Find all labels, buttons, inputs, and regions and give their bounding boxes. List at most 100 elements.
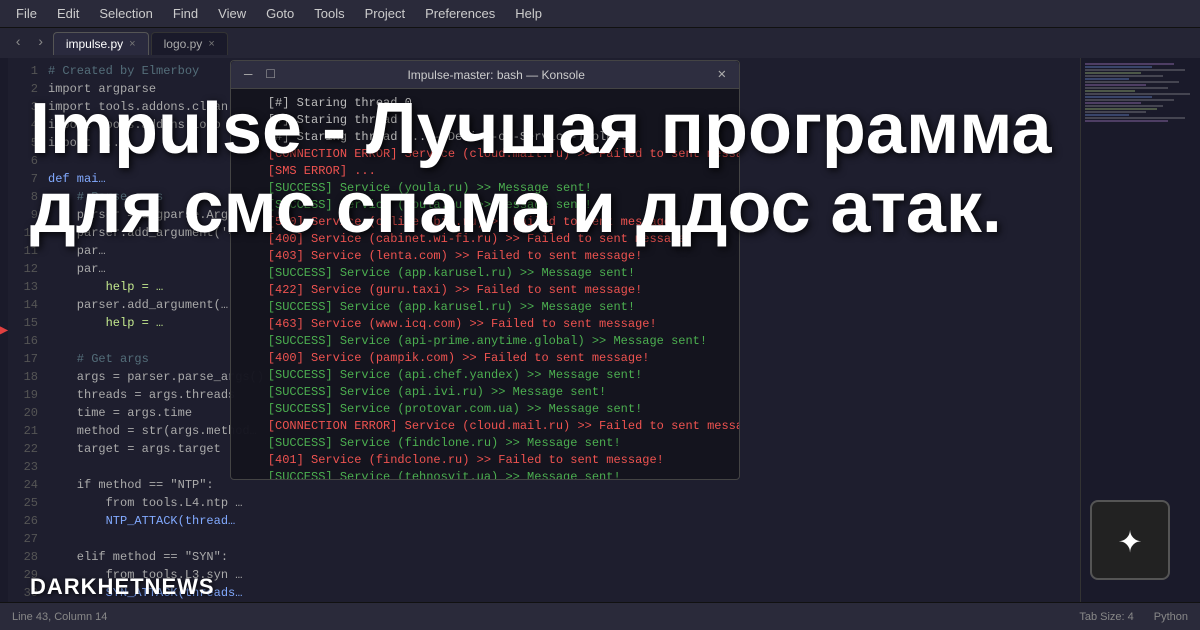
terminal-line: [SUCCESS] Service (api-prime.anytime.glo…: [239, 333, 731, 350]
terminal-line: [SUCCESS] Service (app.karusel.ru) >> Me…: [239, 299, 731, 316]
line-content: help = …: [48, 314, 163, 332]
terminal-title: Impulse-master: bash — Konsole: [278, 68, 715, 82]
line-content: # Created by Elmerboy: [48, 62, 199, 80]
terminal-line: [#] Staring thread 1: [239, 112, 731, 129]
line-number: 15: [8, 314, 48, 332]
terminal-line: [SUCCESS] Service (api.ivi.ru) >> Messag…: [239, 384, 731, 401]
line-number: 5: [8, 134, 48, 152]
terminal-line: [SMS ERROR] ...: [239, 163, 731, 180]
terminal-titlebar: — □ Impulse-master: bash — Konsole ✕: [231, 61, 739, 89]
code-line: 25 from tools.L4.ntp …: [8, 494, 1080, 512]
line-number: 2: [8, 80, 48, 98]
line-content: if method == "NTP":: [48, 476, 214, 494]
line-content: par…: [48, 242, 106, 260]
line-number: 14: [8, 296, 48, 314]
terminal-line: [SUCCESS] Service (api.chef.yandex) >> M…: [239, 367, 731, 384]
line-content: # Parse args: [48, 188, 163, 206]
line-content: parser.add_argument(…: [48, 296, 228, 314]
menu-edit[interactable]: Edit: [49, 4, 87, 23]
terminal-line: [CONNECTION ERROR] Service (cloud.mail.r…: [239, 418, 731, 435]
tab-close-logo[interactable]: ×: [208, 38, 214, 50]
terminal-line: [463] Service (www.icq.com) >> Failed to…: [239, 316, 731, 333]
line-content: def mai…: [48, 170, 106, 188]
line-content: help = …: [48, 278, 163, 296]
line-number: 6: [8, 152, 48, 170]
status-bar: Line 43, Column 14 Tab Size: 4 Python: [0, 602, 1200, 630]
terminal-window: — □ Impulse-master: bash — Konsole ✕ [#]…: [230, 60, 740, 480]
menu-help[interactable]: Help: [507, 4, 550, 23]
line-content: elif method == "SYN":: [48, 548, 228, 566]
line-number: 4: [8, 116, 48, 134]
line-content: time = args.time: [48, 404, 192, 422]
line-number: 25: [8, 494, 48, 512]
line-number: 26: [8, 512, 48, 530]
terminal-line: [SUCCESS] Service (youla.ru) >> Message …: [239, 197, 731, 214]
line-content: NTP_ATTACK(thread…: [48, 512, 235, 530]
menu-goto[interactable]: Goto: [258, 4, 302, 23]
line-number: 13: [8, 278, 48, 296]
line-content: parser.add_argument('–…: [48, 224, 242, 242]
menu-tools[interactable]: Tools: [306, 4, 352, 23]
line-content: import argparse: [48, 80, 156, 98]
terminal-line: [SUCCESS] Service (findclone.ru) >> Mess…: [239, 435, 731, 452]
line-content: from tools.L4.ntp …: [48, 494, 242, 512]
menu-find[interactable]: Find: [165, 4, 206, 23]
terminal-line: [SUCCESS] Service (protovar.com.ua) >> M…: [239, 401, 731, 418]
line-number: 16: [8, 332, 48, 350]
terminal-line: [#] Staring thread ... — Denial-of-Servi…: [239, 129, 731, 146]
back-arrow[interactable]: ‹: [8, 33, 28, 53]
code-line: 26 NTP_ATTACK(thread…: [8, 512, 1080, 530]
tab-label-impulse: impulse.py: [66, 37, 123, 51]
tab-close-impulse[interactable]: ×: [129, 38, 135, 50]
terminal-line: [500] Service (online.sbis.ru) >> Failed…: [239, 214, 731, 231]
tab-label-logo: logo.py: [164, 37, 203, 51]
terminal-line: [SUCCESS] Service (youla.ru) >> Message …: [239, 180, 731, 197]
forward-arrow[interactable]: ›: [30, 33, 50, 53]
star-button[interactable]: ✦: [1090, 500, 1170, 580]
line-number: 12: [8, 260, 48, 278]
terminal-line: [400] Service (cabinet.wi-fi.ru) >> Fail…: [239, 231, 731, 248]
line-number: 28: [8, 548, 48, 566]
terminal-maximize-btn[interactable]: □: [263, 67, 277, 83]
line-content: target = args.target: [48, 440, 221, 458]
status-position: Line 43, Column 14: [12, 611, 107, 623]
tab-impulse-py[interactable]: impulse.py ×: [53, 32, 149, 55]
menu-view[interactable]: View: [210, 4, 254, 23]
code-line: 28 elif method == "SYN":: [8, 548, 1080, 566]
line-content: import tools.addons.logo: [48, 116, 221, 134]
line-number: 27: [8, 530, 48, 548]
menu-selection[interactable]: Selection: [91, 4, 160, 23]
line-content: parser = argparse.Argu…: [48, 206, 242, 224]
line-content: threads = args.threads: [48, 386, 235, 404]
menu-preferences[interactable]: Preferences: [417, 4, 503, 23]
terminal-minimize-btn[interactable]: —: [241, 67, 255, 83]
left-gutter: ▶: [0, 58, 8, 602]
terminal-line: [422] Service (guru.taxi) >> Failed to s…: [239, 282, 731, 299]
line-number: 7: [8, 170, 48, 188]
line-number: 19: [8, 386, 48, 404]
terminal-line: [401] Service (findclone.ru) >> Failed t…: [239, 452, 731, 469]
tab-logo-py[interactable]: logo.py ×: [151, 32, 228, 55]
line-content: par…: [48, 260, 106, 278]
menu-project[interactable]: Project: [357, 4, 413, 23]
line-number: 21: [8, 422, 48, 440]
line-number: 8: [8, 188, 48, 206]
line-number: 1: [8, 62, 48, 80]
menu-file[interactable]: File: [8, 4, 45, 23]
gutter-arrow: ▶: [0, 322, 8, 339]
terminal-close-btn[interactable]: ✕: [715, 66, 729, 83]
terminal-line: [SUCCESS] Service (tehnosvit.ua) >> Mess…: [239, 469, 731, 479]
line-number: 9: [8, 206, 48, 224]
line-number: 17: [8, 350, 48, 368]
terminal-line: [400] Service (pampik.com) >> Failed to …: [239, 350, 731, 367]
terminal-line: [CONNECTION ERROR] Service (cloud.mail.r…: [239, 146, 731, 163]
terminal-line: [#] Staring thread 0: [239, 95, 731, 112]
brand-label: DARKНETNEWS: [30, 574, 215, 600]
line-content: import tools.addons.clean: [48, 98, 228, 116]
terminal-body[interactable]: [#] Staring thread 0 [#] Staring thread …: [231, 89, 739, 479]
terminal-line: [403] Service (lenta.com) >> Failed to s…: [239, 248, 731, 265]
line-content: import ...: [48, 134, 120, 152]
line-number: 23: [8, 458, 48, 476]
menu-bar: File Edit Selection Find View Goto Tools…: [0, 0, 1200, 28]
tab-bar: ‹ › impulse.py × logo.py ×: [0, 28, 1200, 58]
